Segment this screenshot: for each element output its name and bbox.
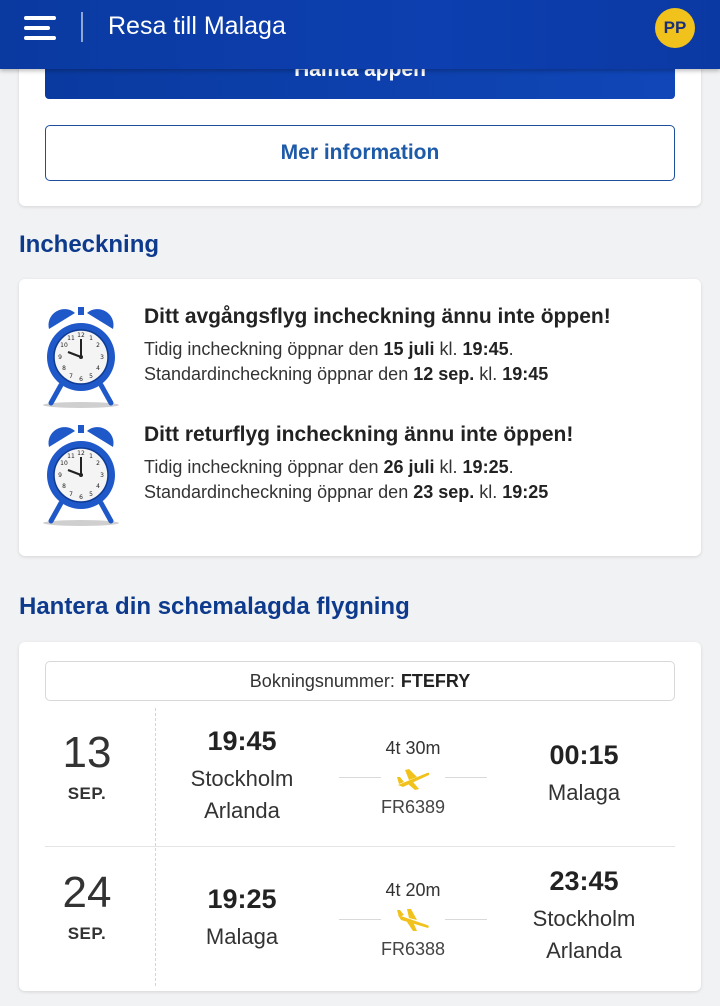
arrival-city: Malaga (547, 780, 621, 805)
checkin-card: 12 1 2 345 678 9 10 11 Ditt avgångsflyg inch… (19, 279, 701, 556)
flight-duration: 4t 20m (385, 880, 441, 900)
svg-text:11: 11 (67, 453, 75, 460)
arrival-time: 00:15 (549, 740, 619, 770)
svg-text:7: 7 (69, 373, 73, 380)
svg-text:10: 10 (60, 342, 68, 349)
airplane-takeoff-icon (397, 769, 430, 790)
app-header: Resa till Malaga PP (0, 0, 720, 69)
standard-checkin-line: Standardincheckning öppnar den 23 sep. k… (144, 482, 549, 502)
arrival-info: 23:45 Stockholm Arlanda (506, 866, 662, 967)
flights-card: Bokningsnummer: FTEFRY 13 SEP. 19:45 Sto… (19, 642, 701, 991)
checkin-title: Ditt avgångsflyg incheckning ännu inte ö… (144, 305, 611, 328)
departure-city: Stockholm (190, 766, 294, 791)
flight-month: SEP. (67, 784, 107, 803)
svg-text:8: 8 (62, 365, 66, 372)
early-checkin-line: Tidig incheckning öppnar den 15 juli kl.… (144, 339, 514, 359)
alarm-clock-icon: 12 12 345 678 9 1011 (43, 425, 119, 526)
svg-text:2: 2 (96, 342, 100, 349)
flight-date: 13 SEP. (19, 708, 156, 846)
checkin-text-outbound: Ditt avgångsflyg incheckning ännu inte ö… (144, 301, 684, 387)
svg-text:3: 3 (100, 354, 104, 361)
svg-text:1: 1 (89, 453, 93, 460)
checkin-section-title: Incheckning (19, 231, 160, 258)
checkin-item-outbound: 12 1 2 345 678 9 10 11 Ditt avgångsflyg inch… (19, 301, 701, 411)
departure-time: 19:25 (207, 884, 277, 914)
svg-text:4: 4 (96, 483, 100, 490)
flight-day: 24 (62, 868, 112, 917)
page-title: Resa till Malaga (108, 12, 286, 40)
flight-details: 4t 20m FR6388 (337, 880, 489, 960)
flight-row-outbound[interactable]: 13 SEP. 19:45 Stockholm Arlanda 4t 30m F… (19, 708, 701, 846)
svg-text:7: 7 (69, 491, 73, 498)
svg-text:9: 9 (58, 354, 62, 361)
flight-duration: 4t 30m (385, 738, 441, 758)
svg-text:4: 4 (96, 365, 100, 372)
flight-row-return[interactable]: 24 SEP. 19:25 Malaga 4t 20m FR6388 23:45 (19, 848, 701, 986)
checkin-item-return: 12 1 2 345 678 9 10 11 Ditt returflyg inchec… (19, 419, 701, 529)
airplane-landing-icon (397, 909, 429, 931)
departure-time: 19:45 (207, 726, 277, 756)
checkin-text-return: Ditt returflyg incheckning ännu inte öpp… (144, 419, 684, 505)
header-divider (81, 12, 83, 42)
departure-info: 19:25 Malaga (164, 884, 320, 953)
flight-month: SEP. (67, 924, 107, 943)
flight-date: 24 SEP. (19, 848, 156, 986)
svg-text:9: 9 (58, 472, 62, 479)
svg-text:10: 10 (60, 460, 68, 467)
flight-path (337, 905, 489, 935)
arrival-time: 23:45 (549, 866, 619, 896)
arrival-info: 00:15 Malaga (506, 740, 662, 809)
flight-details: 4t 30m FR6389 (337, 738, 489, 818)
flight-number: FR6388 (380, 939, 446, 959)
booking-number: FTEFRY (400, 670, 471, 691)
svg-text:12: 12 (77, 332, 85, 339)
departure-info: 19:45 Stockholm Arlanda (164, 726, 320, 827)
svg-text:8: 8 (62, 483, 66, 490)
hamburger-menu-icon[interactable] (24, 14, 58, 42)
svg-text:3: 3 (100, 472, 104, 479)
svg-text:6: 6 (79, 494, 83, 501)
checkin-title: Ditt returflyg incheckning ännu inte öpp… (144, 423, 574, 446)
svg-text:1: 1 (89, 335, 93, 342)
flight-path (337, 763, 489, 793)
early-checkin-line: Tidig incheckning öppnar den 26 juli kl.… (144, 457, 514, 477)
departure-city: Malaga (205, 924, 279, 949)
svg-text:5: 5 (89, 373, 93, 380)
booking-label: Bokningsnummer: (249, 670, 395, 691)
user-avatar[interactable]: PP (655, 8, 695, 48)
svg-text:2: 2 (96, 460, 100, 467)
svg-text:12: 12 (77, 450, 85, 457)
flights-section-title: Hantera din schemalagda flygning (19, 593, 410, 620)
flight-day: 13 (62, 728, 112, 777)
arrival-airport: Arlanda (546, 938, 622, 963)
standard-checkin-line: Standardincheckning öppnar den 12 sep. k… (144, 364, 549, 384)
svg-text:6: 6 (79, 376, 83, 383)
flight-number: FR6389 (380, 797, 446, 817)
svg-text:11: 11 (67, 335, 75, 342)
svg-text:5: 5 (89, 491, 93, 498)
booking-reference: Bokningsnummer: FTEFRY (45, 661, 675, 701)
row-divider (45, 846, 675, 847)
alarm-clock-icon: 12 12 345 678 9 1011 (43, 307, 119, 408)
more-info-button[interactable]: Mer information (45, 125, 675, 181)
departure-airport: Arlanda (204, 798, 280, 823)
arrival-city: Stockholm (532, 906, 636, 931)
